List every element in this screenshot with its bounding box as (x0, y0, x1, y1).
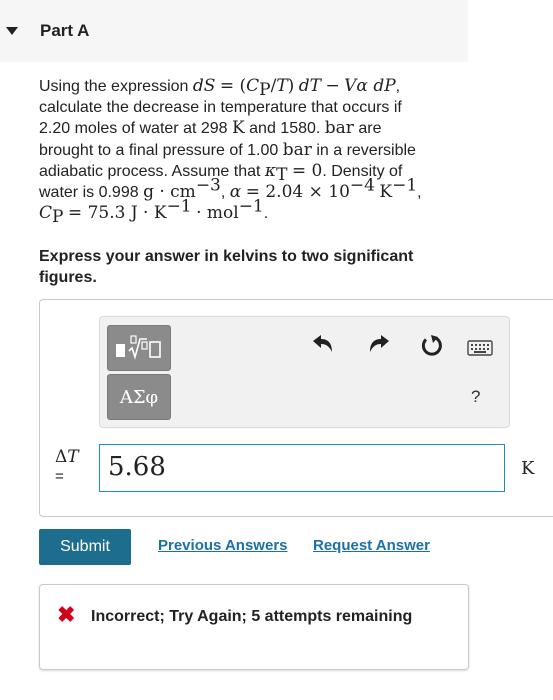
undo-icon[interactable] (310, 333, 336, 355)
equals-sign: = (55, 468, 64, 485)
part-title: Part A (40, 21, 90, 40)
feedback-message: Incorrect; Try Again; 5 attempts remaini… (91, 608, 413, 625)
reset-icon[interactable] (419, 333, 445, 359)
instruction-text: Express your answer in kelvins to two si… (39, 248, 414, 286)
collapse-triangle-icon[interactable] (6, 27, 18, 35)
answer-input[interactable]: 5.68 (99, 444, 505, 492)
greek-symbols-button[interactable]: ΑΣφ (107, 374, 171, 420)
previous-answers-link[interactable]: Previous Answers (158, 537, 288, 554)
help-button[interactable]: ? (471, 387, 480, 407)
keyboard-icon[interactable] (467, 340, 493, 356)
templates-button[interactable] (107, 325, 171, 371)
redo-icon[interactable] (366, 333, 392, 355)
variable-label: ΔT (55, 447, 79, 467)
templates-icon (116, 335, 161, 360)
request-answer-link[interactable]: Request Answer (313, 537, 430, 554)
submit-button[interactable]: Submit (39, 529, 131, 565)
part-header[interactable]: Part A (0, 0, 468, 62)
unit-label: K (521, 458, 535, 479)
problem-statement: Using the expression dS = (CP/T) dT − Vα… (39, 76, 422, 228)
